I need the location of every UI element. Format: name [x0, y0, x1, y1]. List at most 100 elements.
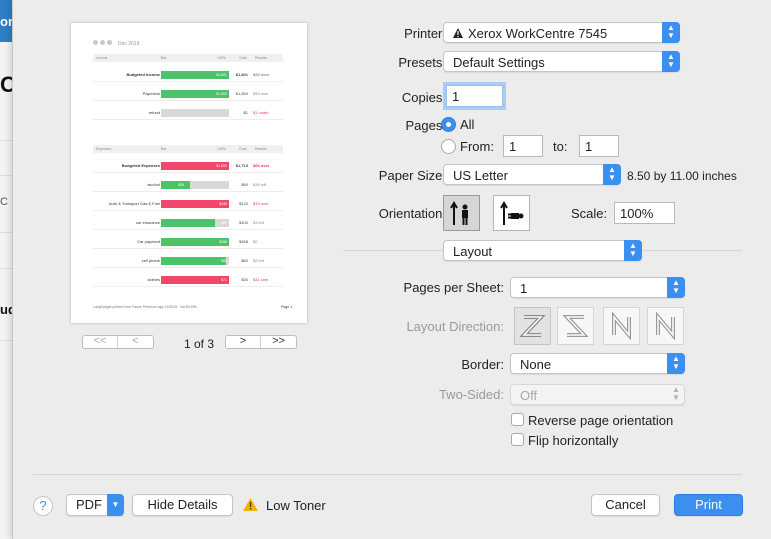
flip-horizontally-checkbox[interactable]: [511, 433, 524, 446]
presets-popup[interactable]: Default Settings ▲ ▼: [443, 51, 680, 72]
preview-table-row: Budgeted Income $1,801 $1,801 $53 over: [93, 68, 283, 82]
two-sided-popup[interactable]: Off ▲ ▼: [510, 384, 685, 405]
pdf-label: PDF: [76, 497, 102, 512]
preview-progress-bar: [161, 276, 229, 284]
layout-direction-z-button[interactable]: [514, 307, 551, 345]
z-direction-icon: [519, 315, 546, 337]
preview-row-name: Car payment: [137, 239, 160, 244]
preview-header-cell: Expenses: [96, 147, 112, 151]
last-page-button[interactable]: >>: [261, 336, 296, 348]
pages-range-radio[interactable]: [441, 139, 456, 154]
preview-month: Dec 2019: [118, 41, 140, 47]
reverse-orientation-checkbox[interactable]: [511, 413, 524, 426]
preview-dot: [100, 40, 105, 45]
section-value: Layout: [453, 244, 493, 259]
two-sided-value: Off: [520, 388, 538, 403]
preview-table-row: Budgeted Expenses $1,650 $1,713 $66 over: [93, 159, 283, 173]
next-page-button[interactable]: >: [226, 336, 261, 348]
preview-row-name: Budgeted Expenses: [121, 163, 160, 168]
preview-nav-back-group: << <: [82, 335, 154, 349]
preview-goal: $120: [239, 201, 248, 206]
landscape-orientation-button[interactable]: [493, 195, 530, 231]
border-popup[interactable]: None ▲ ▼: [510, 353, 685, 374]
up-down-chevron-icon: ▲ ▼: [603, 164, 621, 185]
background-divider: [0, 232, 12, 233]
print-dialog: Dec 2019 Income Bar 100% Goal Results Bu…: [12, 0, 771, 539]
up-down-chevron-icon: ▲ ▼: [662, 51, 680, 72]
help-button[interactable]: ?: [33, 496, 53, 516]
preview-dot: [93, 40, 98, 45]
paper-size-popup[interactable]: US Letter ▲ ▼: [443, 164, 621, 185]
background-divider: [0, 140, 12, 141]
presets-label: Presets:: [398, 55, 446, 70]
background-divider: [0, 268, 12, 269]
orientation-label: Orientation:: [378, 206, 446, 221]
preview-goal: $30: [241, 277, 248, 282]
printer-popup[interactable]: Xerox WorkCentre 7545 ▲ ▼: [443, 22, 680, 43]
preview-goal: $60: [241, 182, 248, 187]
preview-row-name: cell phone: [141, 258, 160, 263]
section-popup[interactable]: Layout ▲ ▼: [443, 240, 642, 261]
preview-progress-track: [161, 109, 229, 117]
reverse-z-direction-icon: [562, 315, 589, 337]
preview-window-dots: [93, 40, 114, 46]
preview-table-row: refund $1 $1 under: [93, 106, 283, 120]
footer-divider: [33, 474, 742, 475]
layout-direction-reverse-n-button[interactable]: [647, 307, 684, 345]
first-page-button[interactable]: <<: [83, 336, 118, 348]
preview-header-cell: Bar: [161, 56, 167, 60]
pdf-menu-button[interactable]: PDF ▼: [66, 494, 124, 516]
preview-row-name: refund: [148, 110, 160, 115]
pages-to-value: 1: [585, 139, 593, 154]
preview-row-name: clothes: [147, 277, 160, 282]
portrait-orientation-button[interactable]: [443, 195, 480, 231]
cancel-button[interactable]: Cancel: [591, 494, 660, 516]
preview-table-row: Auto & Transport Gas & Fuel $135 $120 $15 o…: [93, 197, 283, 211]
preview-footer-text: LazyBudget printed from Fauxe Premium ap…: [93, 305, 197, 309]
border-label: Border:: [461, 357, 504, 372]
preview-header-cell: Goal: [239, 56, 247, 60]
background-divider: [0, 340, 12, 341]
copies-label: Copies:: [401, 90, 446, 105]
pages-to-field[interactable]: 1: [579, 135, 619, 157]
preview-progress-bar: [161, 219, 216, 227]
preview-header-cell: Results: [255, 56, 267, 60]
preview-bar-value: $458: [219, 240, 227, 244]
preview-progress-bar: [161, 257, 226, 265]
preview-row-name: alcohol: [147, 182, 160, 187]
reverse-n-direction-icon: [656, 312, 675, 340]
pages-from-field[interactable]: 1: [503, 135, 543, 157]
preview-progress-bar: [161, 181, 191, 189]
pages-all-radio[interactable]: [441, 117, 456, 132]
preview-result: $2 left: [253, 258, 264, 263]
preview-header-cell: Income: [96, 56, 108, 60]
up-down-chevron-icon: ▲ ▼: [662, 22, 680, 43]
paper-dimensions: 8.50 by 11.00 inches: [627, 169, 737, 183]
layout-direction-n-button[interactable]: [603, 307, 640, 345]
pages-from-value: 1: [509, 139, 517, 154]
preview-goal: $1: [243, 110, 248, 115]
preview-bar-value: $71: [221, 278, 227, 282]
pages-per-sheet-popup[interactable]: 1 ▲ ▼: [510, 277, 685, 298]
scale-field[interactable]: 100%: [614, 202, 675, 224]
up-down-chevron-icon: ▲ ▼: [624, 240, 642, 261]
preview-goal: $60: [241, 258, 248, 263]
preview-row-name: Paycheck: [142, 91, 160, 96]
pages-per-sheet-label: Pages per Sheet:: [403, 280, 504, 295]
print-button[interactable]: Print: [674, 494, 743, 516]
copies-field[interactable]: 1: [446, 85, 503, 107]
layout-direction-reverse-z-button[interactable]: [557, 307, 594, 345]
preview-table-row: car insurance $97 $100 $3 left: [93, 216, 283, 230]
flip-horizontally-label: Flip horizontally: [528, 433, 619, 448]
preview-header-cell: Results: [255, 147, 267, 151]
printer-value: Xerox WorkCentre 7545: [468, 26, 608, 41]
printer-label: Printer:: [404, 26, 446, 41]
previous-page-button[interactable]: <: [118, 336, 153, 348]
preview-bar-value: $97: [221, 221, 227, 225]
portrait-icon: [450, 201, 468, 225]
preview-goal: $1,801: [235, 72, 248, 77]
presets-value: Default Settings: [453, 55, 545, 70]
warning-triangle-icon: [453, 28, 463, 38]
hide-details-button[interactable]: Hide Details: [132, 494, 233, 516]
page-indicator: 1 of 3: [184, 337, 215, 351]
